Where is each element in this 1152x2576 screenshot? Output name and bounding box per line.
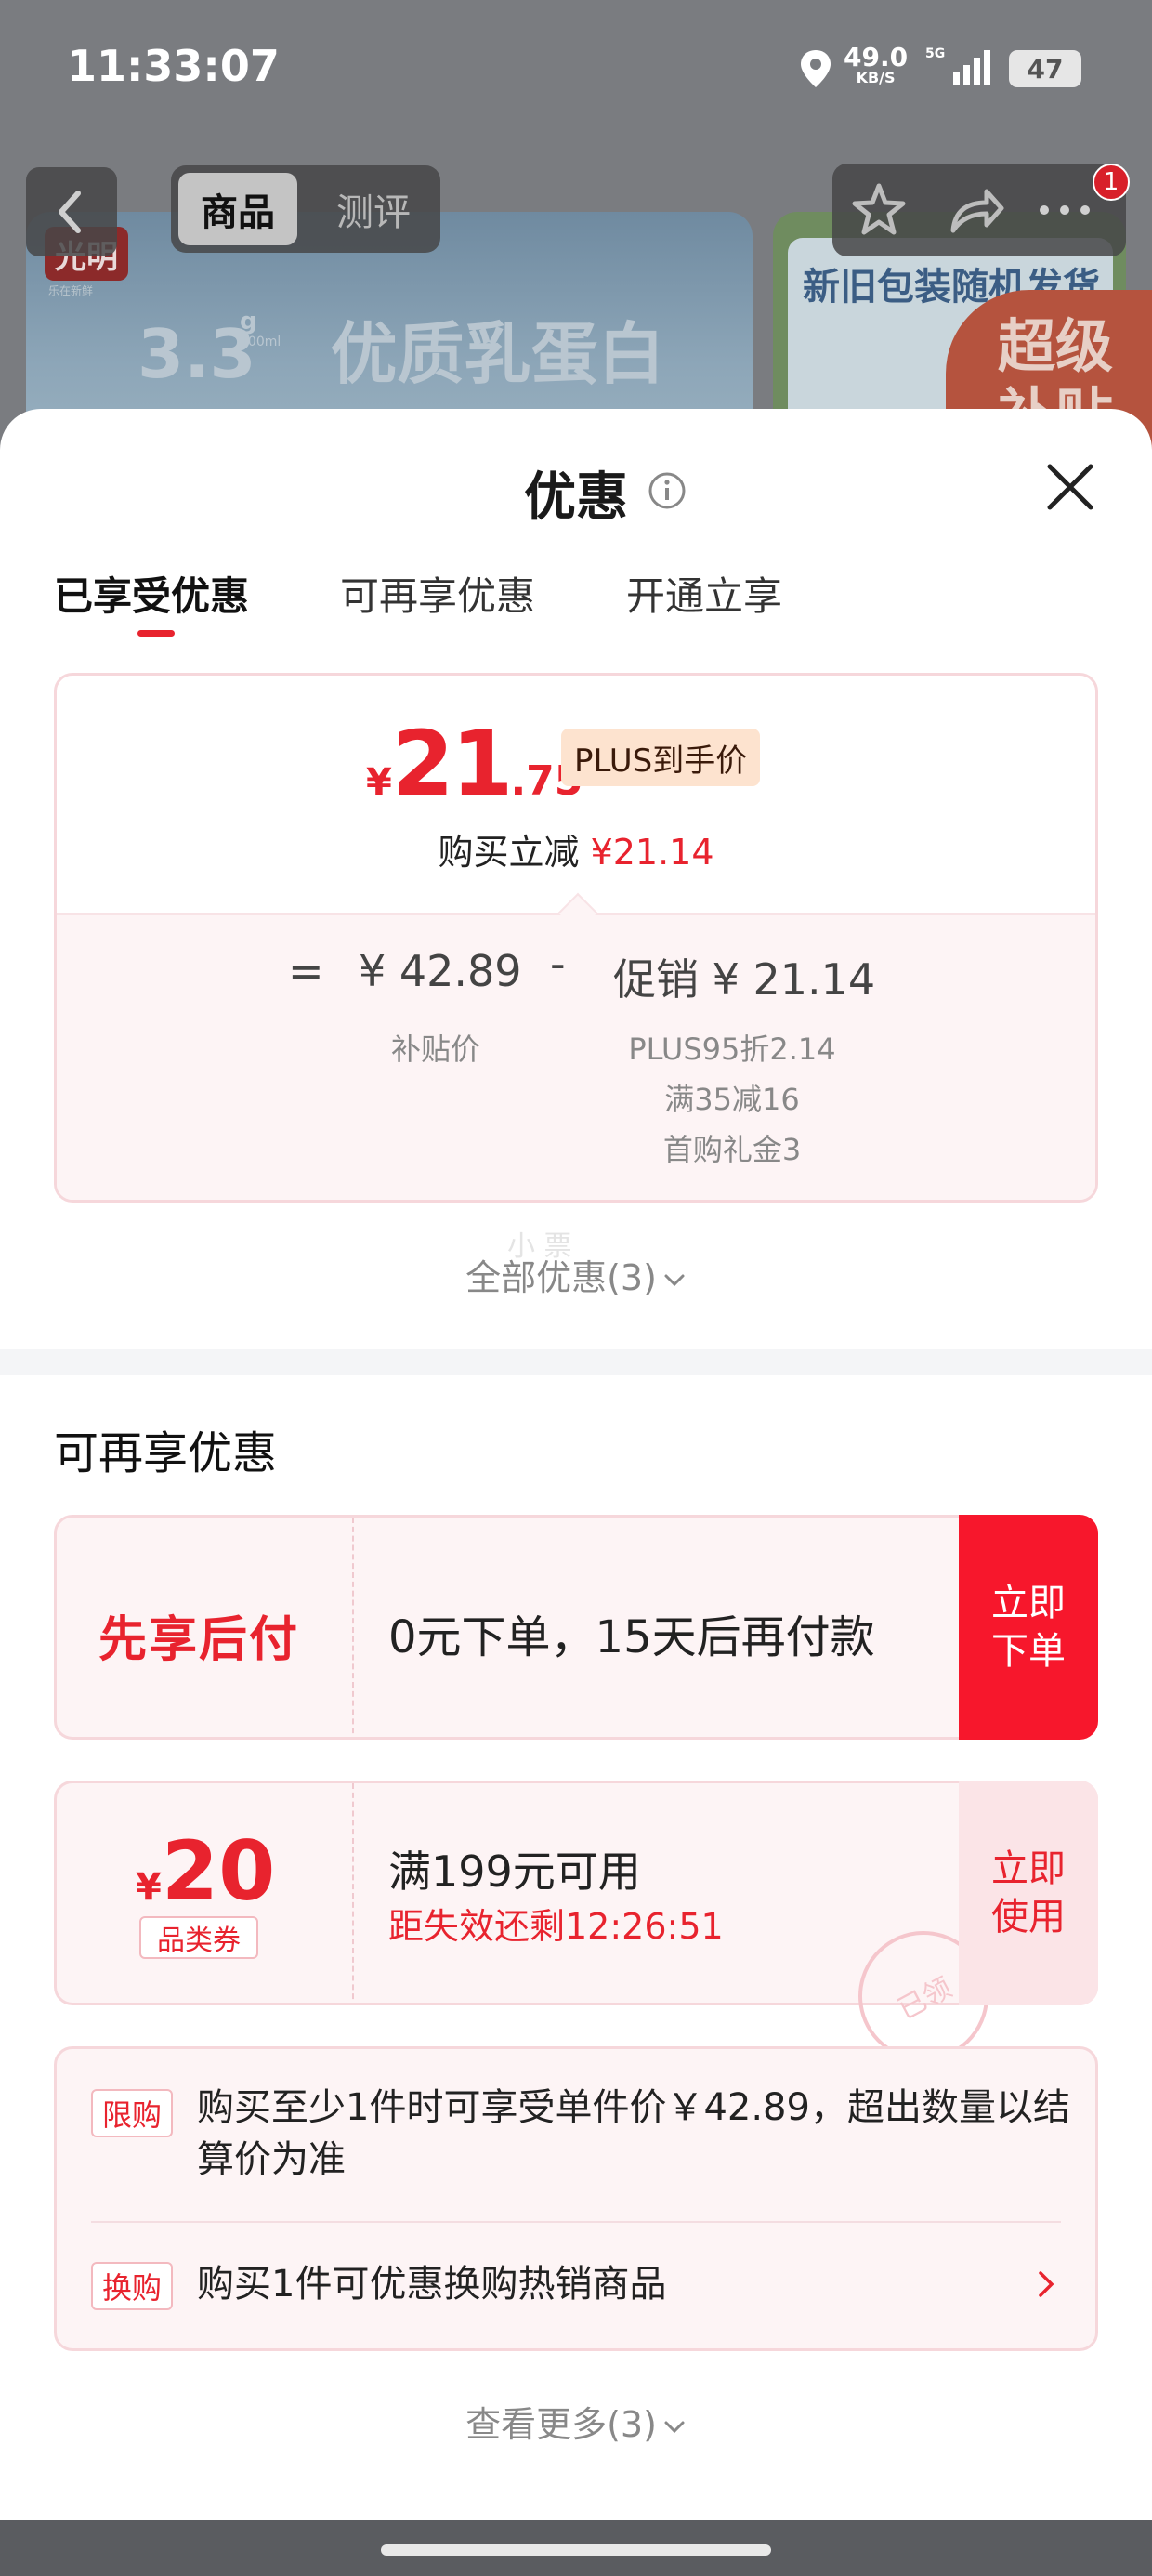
signal-icon: 5G [925, 46, 990, 85]
order-now-label: 立即 下单 [991, 1582, 1066, 1673]
promo-item: 满35减16 [664, 1082, 800, 1117]
tab-enjoyed-discounts[interactable]: 已享受优惠 [54, 565, 249, 622]
plus-price-tag: PLUS到手价 [561, 729, 761, 786]
section-divider [0, 1349, 1152, 1375]
more-icon[interactable] [1028, 173, 1102, 247]
promo-item: PLUS95折2.14 [628, 1032, 836, 1067]
tab-activate-now[interactable]: 开通立享 [626, 565, 782, 622]
chevron-down-icon [664, 2421, 685, 2433]
pay-later-logo: 先享后付 [98, 1612, 300, 1668]
chevron-down-icon [664, 1274, 685, 1286]
promo-item: 首购礼金3 [662, 1132, 802, 1167]
location-icon [801, 50, 831, 87]
chevron-right-icon[interactable] [1037, 2267, 1057, 2301]
instant-reduction: 购买立减 ¥21.14 [438, 832, 714, 873]
more-discounts-title: 可再享优惠 [54, 1427, 278, 1479]
promo-amount: 促销 ¥ 21.14 [613, 954, 876, 1005]
home-indicator[interactable] [381, 2544, 771, 2556]
rule-divider [91, 2221, 1061, 2223]
limit-rule-text: 购买至少1件时可享受单件价￥42.89，超出数量以结算价为准 [197, 2086, 1070, 2181]
card-divider [352, 1783, 354, 2003]
tab-review[interactable]: 测评 [314, 173, 433, 245]
price-formula-area [57, 913, 1095, 1200]
subsidy-price: ¥ 42.89 [359, 946, 522, 996]
exchange-tag: 换购 [91, 2262, 173, 2310]
banner-number: 3.3 优质乳蛋白 [137, 315, 665, 393]
brand-slogan: 乐在新鲜 [48, 284, 94, 297]
back-icon [59, 191, 81, 233]
coupon-type-tag: 品类券 [139, 1916, 258, 1959]
exchange-rule-link[interactable]: 购买1件可优惠换购热销商品 [197, 2258, 996, 2310]
svg-text:5G: 5G [925, 46, 945, 61]
star-icon[interactable] [842, 173, 916, 247]
tab-more-discounts[interactable]: 可再享优惠 [340, 565, 535, 622]
pay-later-description: 0元下单，15天后再付款 [388, 1611, 875, 1663]
notification-badge: 1 [1093, 164, 1130, 201]
use-now-label: 立即 使用 [991, 1847, 1066, 1939]
battery-indicator: 47 [1009, 50, 1081, 87]
status-time: 11:33:07 [67, 41, 280, 91]
subsidy-price-label: 补贴价 [390, 1032, 480, 1067]
active-tab-indicator [137, 630, 175, 637]
share-icon[interactable] [938, 173, 1013, 247]
coupon-condition: 满199元可用 [388, 1847, 641, 1897]
coupon-countdown: 距失效还剩12:26:51 [388, 1906, 724, 1947]
formula-equals: = [288, 946, 324, 996]
banner-unit: g 100ml [240, 308, 281, 349]
tab-product[interactable]: 商品 [178, 173, 297, 245]
all-discounts-toggle[interactable]: 全部优惠(3) [0, 1249, 1152, 1300]
card-divider [352, 1518, 354, 1737]
limit-tag: 限购 [91, 2089, 173, 2137]
close-icon[interactable] [1041, 457, 1100, 517]
see-more-toggle[interactable]: 查看更多(3) [0, 2396, 1152, 2447]
order-now-button[interactable]: 立即 下单 [959, 1515, 1098, 1740]
formula-minus: - [550, 939, 566, 989]
coupon-amount: ¥20 [136, 1823, 276, 1919]
final-price: ¥21.75 [366, 712, 583, 816]
use-now-button[interactable]: 立即 使用 [959, 1781, 1098, 2005]
sheet-title: 优惠 [524, 467, 628, 528]
back-button[interactable] [26, 167, 117, 256]
info-icon[interactable] [647, 470, 687, 511]
network-speed: 49.0 KB/S [844, 42, 909, 86]
